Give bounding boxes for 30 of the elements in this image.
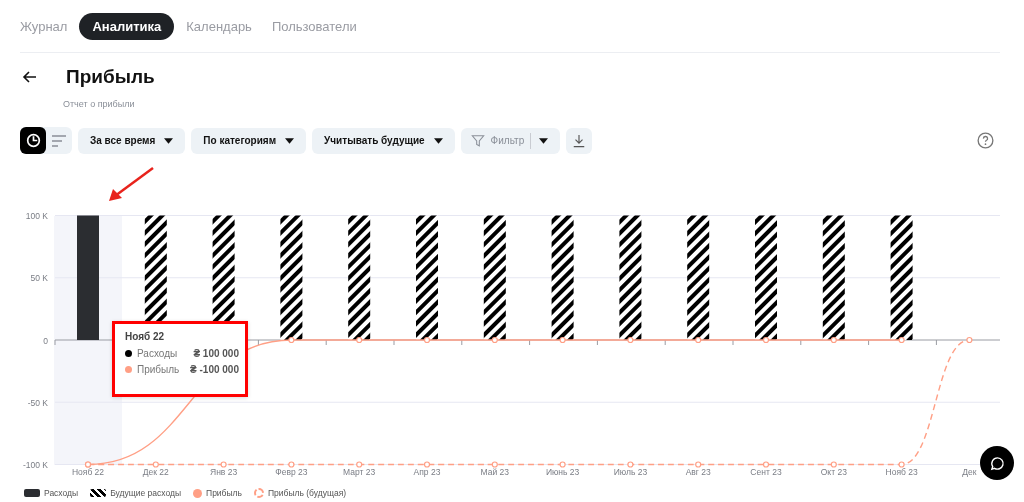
y-axis-label: 0 <box>43 335 48 346</box>
legend-label: Прибыль (будущая) <box>267 488 347 498</box>
x-axis-label: Сент 23 <box>750 467 782 477</box>
x-axis-label: Нояб 23 <box>885 467 918 477</box>
x-axis-label: Янв 23 <box>210 467 238 477</box>
y-axis-label: 100 K <box>25 211 48 221</box>
x-axis-label: Окт 23 <box>820 467 847 477</box>
x-axis-label: Март 23 <box>343 467 376 477</box>
tooltip-title: Нояб 22 <box>125 331 166 342</box>
tooltip-label: Расходы <box>137 348 178 359</box>
tooltip-value: ₴ -100 000 <box>190 364 240 375</box>
x-axis-label: Июль 23 <box>613 467 648 477</box>
tooltip-value: ₴ 100 000 <box>193 348 240 359</box>
y-axis-label: -100 K <box>22 460 48 470</box>
x-axis-label: Авг 23 <box>685 467 711 477</box>
legend-label: Расходы <box>44 488 79 498</box>
tooltip-label: Прибыль <box>137 364 180 375</box>
legend-label: Прибыль <box>206 488 242 498</box>
x-axis-label: Июнь 23 <box>545 467 580 477</box>
legend-label: Будущие расходы <box>110 488 181 498</box>
x-axis-label: Май 23 <box>480 467 510 477</box>
x-axis-label: Нояб 22 <box>71 467 105 477</box>
x-axis-label: Дек <box>962 467 977 477</box>
x-axis-label: Дек 22 <box>142 467 169 477</box>
page-subtitle: Отчет о прибыли <box>63 99 136 109</box>
page-title: Прибыль <box>66 65 155 89</box>
y-axis-label: -50 K <box>27 397 48 408</box>
x-axis-label: Апр 23 <box>413 467 441 477</box>
x-axis-label: Февр 23 <box>275 467 308 477</box>
y-axis-label: 50 K <box>30 273 48 284</box>
